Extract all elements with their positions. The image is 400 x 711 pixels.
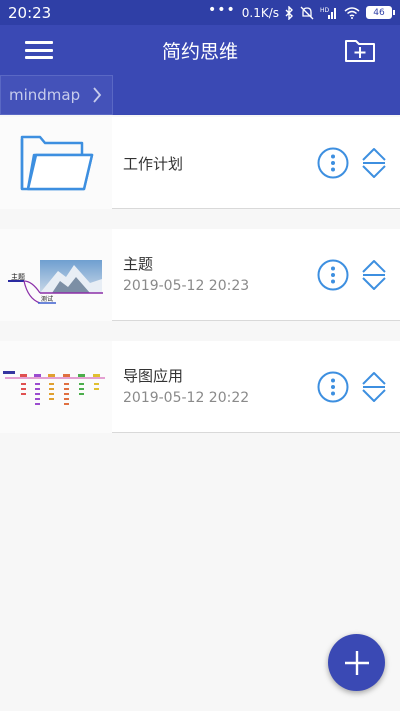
mindmap-thumbnail: 主题 测试	[0, 229, 112, 321]
battery-icon: 46	[366, 6, 395, 19]
item-date: 2019-05-12 20:23	[123, 278, 250, 294]
reorder-arrows-icon	[362, 260, 386, 290]
bluetooth-icon	[285, 5, 293, 20]
signal-icon: HD	[320, 7, 336, 19]
more-vertical-icon	[317, 259, 349, 291]
reorder-arrows-icon	[362, 148, 386, 178]
app-title: 简约思维	[161, 40, 238, 63]
menu-button[interactable]	[22, 38, 56, 62]
wifi-icon	[344, 6, 360, 19]
list-item[interactable]: 工作计划	[0, 117, 400, 209]
notification-dots: •••	[207, 1, 236, 18]
reorder-button[interactable]	[361, 259, 387, 291]
item-title: 主题	[123, 255, 154, 273]
status-bar: 20:23 ••• 0.1K/s HD 46	[0, 0, 400, 25]
mute-icon	[300, 6, 314, 19]
new-folder-button[interactable]	[344, 36, 376, 64]
new-folder-icon	[345, 40, 375, 62]
hamburger-menu-icon	[25, 41, 53, 44]
folder-icon	[20, 135, 94, 191]
thumb-label-test: 测试	[41, 295, 53, 303]
reorder-arrows-icon	[362, 372, 386, 402]
item-title: 工作计划	[123, 155, 184, 173]
more-button[interactable]	[317, 259, 349, 291]
more-vertical-icon	[317, 147, 349, 179]
status-time: 20:23	[8, 3, 52, 22]
mindmap-thumbnail	[0, 341, 112, 433]
status-icons: ••• 0.1K/s HD 46	[207, 1, 395, 20]
chevron-right-icon	[93, 87, 102, 103]
app-bar: 简约思维	[0, 25, 400, 75]
breadcrumb-item-mindmap[interactable]: mindmap	[0, 75, 113, 115]
plus-icon	[344, 650, 369, 675]
more-button[interactable]	[317, 147, 349, 179]
breadcrumb-label: mindmap	[9, 86, 81, 104]
folder-thumbnail	[0, 117, 112, 209]
file-list: 工作计划 主题 测试 主题 2019-05-12 20:23 导图应用 2019…	[0, 117, 400, 433]
list-item[interactable]: 导图应用 2019-05-12 20:22	[0, 341, 400, 433]
battery-level: 46	[373, 7, 385, 18]
thumb-label-topic: 主题	[11, 272, 25, 281]
reorder-button[interactable]	[361, 147, 387, 179]
add-button[interactable]	[328, 634, 385, 691]
more-vertical-icon	[317, 371, 349, 403]
item-date: 2019-05-12 20:22	[123, 390, 250, 406]
reorder-button[interactable]	[361, 371, 387, 403]
list-item[interactable]: 主题 测试 主题 2019-05-12 20:23	[0, 229, 400, 321]
item-title: 导图应用	[123, 367, 184, 385]
breadcrumb: mindmap	[0, 75, 400, 115]
network-speed: 0.1K/s	[241, 5, 279, 20]
more-button[interactable]	[317, 371, 349, 403]
svg-text:HD: HD	[320, 7, 330, 14]
